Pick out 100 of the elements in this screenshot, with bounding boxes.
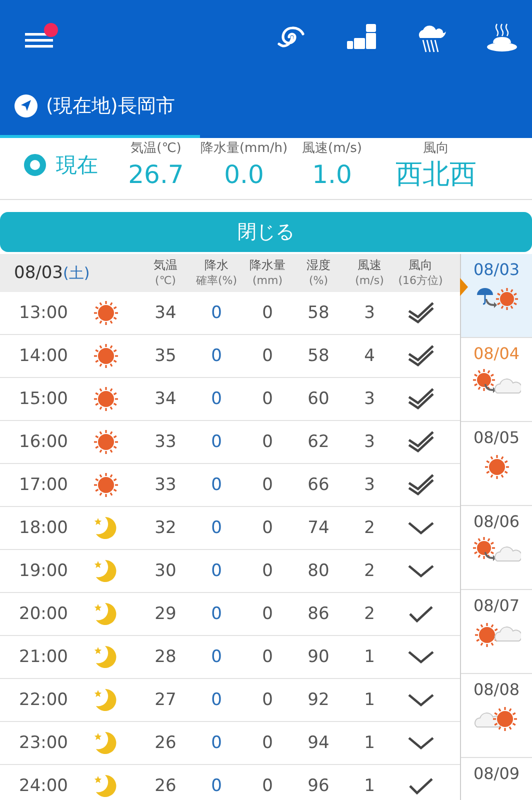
blocks-icon [346,22,376,52]
speed-cell-text: 3 [363,475,376,495]
reading-label: 風向 [423,140,449,157]
speed-cell-text: 4 [363,346,376,366]
humidity-cell-text: 80 [306,561,330,581]
wind-arrow-icon [406,344,434,368]
time-cell-text: 21:00 [18,647,69,667]
amount-cell-text: 0 [261,389,274,409]
humidity-cell-text: 92 [306,690,330,710]
humidity-cell-text: 96 [306,776,330,796]
speed-cell-text: 1 [363,733,376,753]
time-cell-text: 13:00 [18,303,69,323]
probability-cell-text: 0 [210,690,223,710]
current-label: 現在 [56,152,98,179]
day-date: 08/09 [473,764,520,783]
reading-label: 降水量(mm/h) [200,140,288,157]
humidity-cell-text: 86 [306,604,330,624]
amount-cell-text: 0 [261,303,274,323]
speed-cell-text: 3 [363,303,376,323]
probability-cell-text: 0 [210,432,223,452]
probability-cell-text: 0 [210,733,223,753]
reading-value: 西北西 [396,159,476,191]
wind-arrow-icon [406,430,434,454]
humidity-cell-text: 62 [306,432,330,452]
column-header: 降水 確率(%) [194,258,238,288]
selection-pointer [460,278,468,296]
probability-cell-text: 0 [210,303,223,323]
column-header: 風向 (16方位) [397,258,444,288]
probability-cell-text: 0 [210,647,223,667]
speed-cell-text: 3 [363,432,376,452]
probability-cell-text: 0 [210,776,223,796]
time-cell-text: 22:00 [18,690,69,710]
probability-cell-text: 0 [210,389,223,409]
time-cell-text: 24:00 [18,776,69,796]
reading-value: 0.0 [224,159,264,191]
sun-and-cloud-icon [472,621,520,649]
day-date: 08/06 [473,512,520,531]
speed-cell-text: 1 [363,647,376,667]
day-date: 08/03 [473,260,520,279]
time-cell-text: 14:00 [18,346,69,366]
sun-icon [92,385,120,413]
temperature-cell-text: 30 [154,561,178,581]
time-cell-text: 20:00 [18,604,69,624]
location-tab[interactable]: (現在地)長岡市 [0,93,200,138]
amount-cell-text: 0 [261,776,274,796]
temperature-cell-text: 34 [154,303,178,323]
reading-value: 26.7 [128,159,184,191]
umbrella-to-sun-icon [474,285,518,313]
speed-cell-text: 2 [363,604,376,624]
reading-label: 風速(m/s) [302,140,362,157]
probability-cell-text: 0 [210,518,223,538]
speed-cell-text: 1 [363,690,376,710]
speed-cell-text: 2 [363,518,376,538]
reading-value: 1.0 [312,159,352,191]
sun-icon [92,342,120,370]
reading-label: 気温(℃) [130,140,182,157]
temperature-cell-text: 26 [154,776,178,796]
day-tab[interactable]: 08/03 [461,254,532,338]
amount-cell-text: 0 [261,432,274,452]
amount-cell-text: 0 [261,346,274,366]
speed-cell-text: 1 [363,776,376,796]
date-label: 08/03 [14,263,63,283]
amount-cell-text: 0 [261,733,274,753]
temperature-cell-text: 35 [154,346,178,366]
weekday-label: (土) [63,264,90,283]
temperature-cell-text: 32 [154,518,178,538]
probability-cell-text: 0 [210,604,223,624]
amount-cell-text: 0 [261,604,274,624]
day-date: 08/08 [473,680,520,699]
temperature-cell-text: 27 [154,690,178,710]
column-header: 風速 (m/s) [354,258,385,288]
speed-cell-text: 3 [363,389,376,409]
humidity-cell-text: 58 [306,346,330,366]
time-cell-text: 15:00 [18,389,69,409]
temperature-cell-text: 28 [154,647,178,667]
speed-cell-text: 2 [363,561,376,581]
temperature-cell-text: 34 [154,389,178,409]
amount-cell-text: 0 [261,647,274,667]
time-cell-text: 18:00 [18,518,69,538]
ring-icon [24,154,46,176]
column-header: 気温 (℃) [152,258,178,288]
wind-arrow-icon [406,473,434,497]
temperature-cell-text: 33 [154,432,178,452]
time-cell-text: 23:00 [18,733,69,753]
sun-icon [482,453,510,481]
hot-spring-icon [486,22,518,54]
amount-cell-text: 0 [261,475,274,495]
day-date: 08/04 [473,344,520,363]
humidity-cell-text: 58 [306,303,330,323]
probability-cell-text: 0 [210,346,223,366]
wind-arrow-icon [406,387,434,411]
sun-icon [92,428,120,456]
humidity-cell-text: 90 [306,647,330,667]
temperature-cell-text: 26 [154,733,178,753]
time-cell-text: 16:00 [18,432,69,452]
hot-spring-button[interactable] [486,22,518,54]
humidity-cell-text: 94 [306,733,330,753]
probability-cell-text: 0 [210,561,223,581]
time-cell-text: 17:00 [18,475,69,495]
column-header: 降水量 (mm) [248,258,286,288]
